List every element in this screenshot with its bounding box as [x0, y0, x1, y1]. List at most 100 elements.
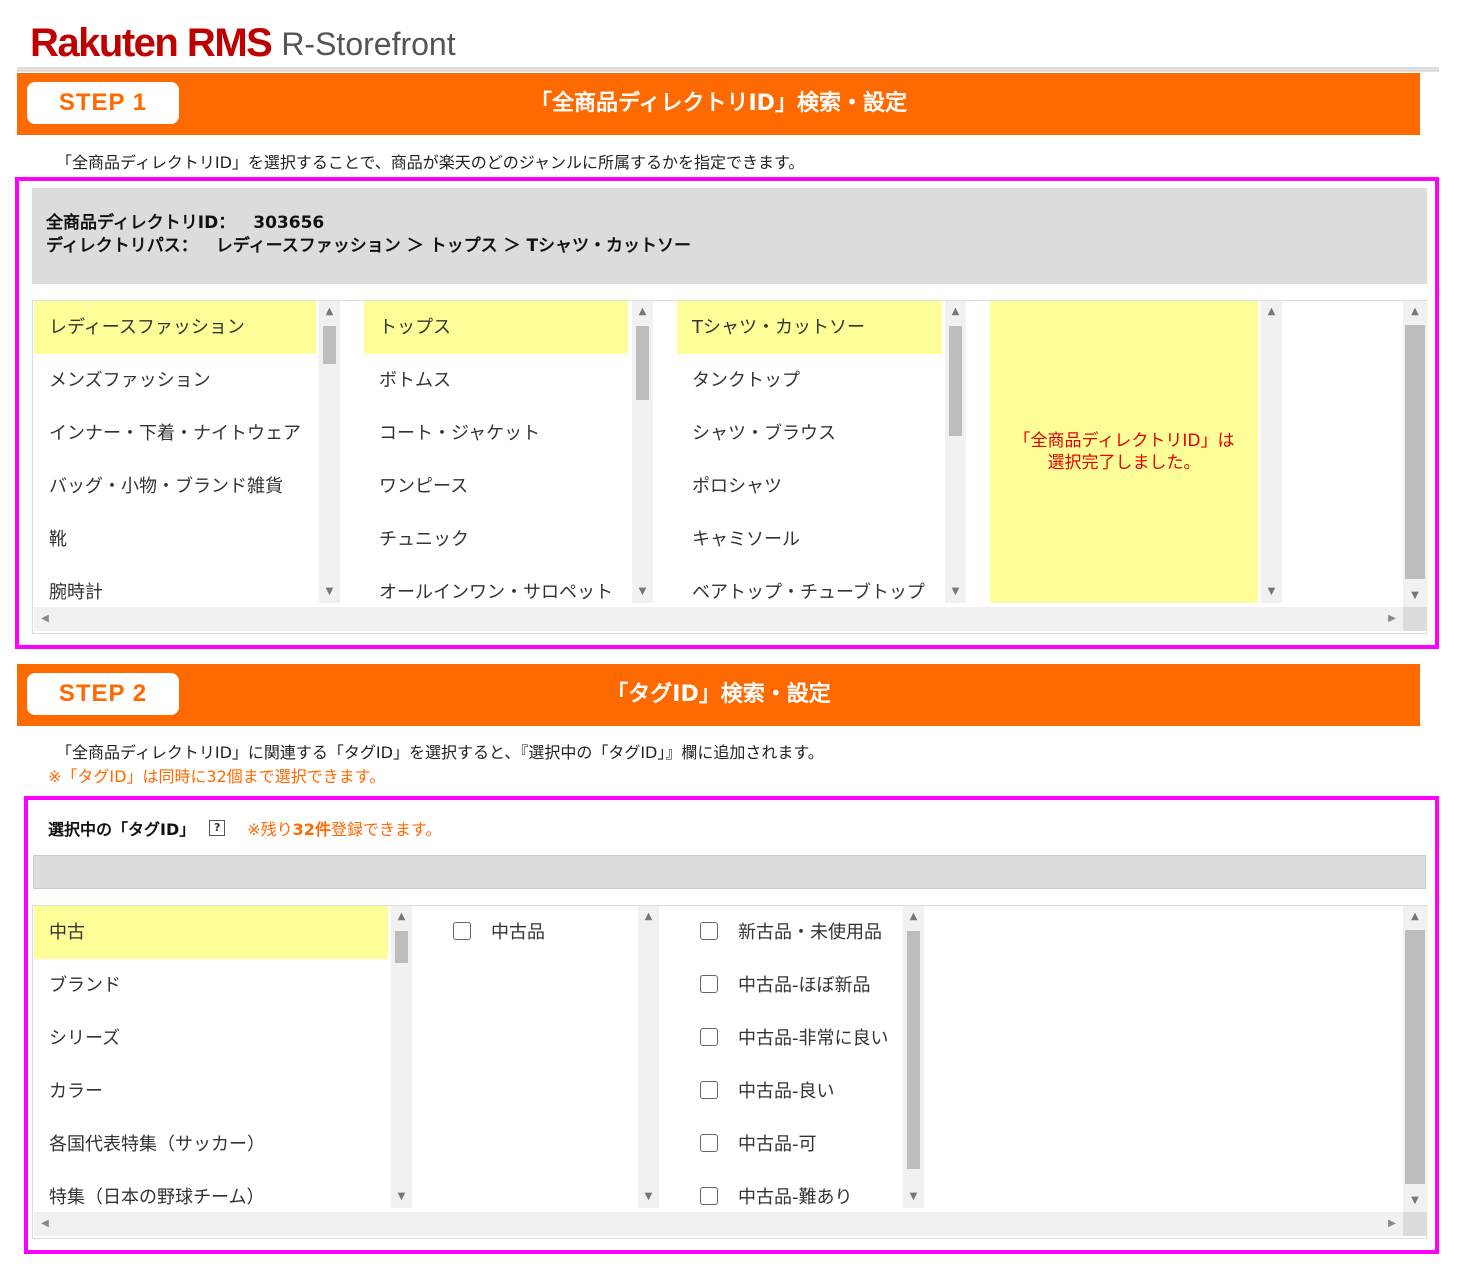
scroll-down-icon[interactable]: ▼ — [319, 583, 340, 601]
checkbox[interactable] — [700, 1187, 718, 1205]
tag-checkbox-item[interactable]: 中古品 — [438, 906, 634, 959]
scroll-left-icon[interactable]: ◀ — [36, 1212, 54, 1236]
tag-group-scrollbar[interactable]: ▲ ▼ — [391, 906, 412, 1208]
scroll-down-icon[interactable]: ▼ — [1261, 583, 1282, 601]
scroll-thumb[interactable] — [636, 326, 649, 400]
scroll-thumb[interactable] — [395, 931, 408, 963]
list-item[interactable]: 腕時計 — [34, 566, 316, 603]
list-item[interactable]: Tシャツ・カットソー — [677, 301, 942, 354]
scroll-down-icon[interactable]: ▼ — [391, 1188, 412, 1206]
step1-description: 「全商品ディレクトリID」を選択することで、商品が楽天のどのジャンルに所属するか… — [56, 153, 805, 172]
list-item[interactable]: コート・ジャケット — [364, 407, 628, 460]
directory-selector-scrollbar[interactable]: ▲ ▼ — [1403, 301, 1427, 607]
scroll-down-icon[interactable]: ▼ — [945, 583, 966, 601]
scroll-up-icon[interactable]: ▲ — [319, 303, 340, 321]
list-item[interactable]: インナー・下着・ナイトウェア — [34, 407, 316, 460]
directory-path-label: ディレクトリパス： — [46, 236, 198, 256]
list-item[interactable]: 特集（日本の野球チーム） — [34, 1171, 388, 1208]
scroll-down-icon[interactable]: ▼ — [1403, 587, 1427, 605]
scroll-up-icon[interactable]: ▲ — [945, 303, 966, 321]
list-item[interactable]: チュニック — [364, 513, 628, 566]
directory-column-3: Tシャツ・カットソー タンクトップ シャツ・ブラウス ポロシャツ キャミソール … — [677, 301, 942, 603]
complete-message-line-2: 選択完了しました。 — [1047, 453, 1201, 473]
tag-selector-hscrollbar[interactable]: ◀ ▶ — [34, 1212, 1403, 1236]
scroll-left-icon[interactable]: ◀ — [36, 607, 54, 631]
directory-id-value: 303656 — [253, 213, 325, 233]
scroll-up-icon[interactable]: ▲ — [903, 908, 924, 926]
scroll-up-icon[interactable]: ▲ — [1261, 303, 1282, 321]
directory-selector-hscrollbar[interactable]: ◀ ▶ — [34, 607, 1403, 631]
scroll-thumb[interactable] — [1405, 930, 1425, 1184]
list-item[interactable]: タンクトップ — [677, 354, 942, 407]
tag-checkbox-item[interactable]: 中古品-可 — [685, 1118, 900, 1171]
scroll-right-icon[interactable]: ▶ — [1383, 1212, 1401, 1236]
list-item[interactable]: 靴 — [34, 513, 316, 566]
list-item[interactable]: シリーズ — [34, 1012, 388, 1065]
scroll-thumb[interactable] — [907, 931, 920, 1169]
checkbox[interactable] — [700, 975, 718, 993]
tag-label: 中古品-難あり — [738, 1187, 853, 1208]
step1-header: STEP 1 「全商品ディレクトリID」検索・設定 — [17, 73, 1420, 135]
list-item[interactable]: カラー — [34, 1065, 388, 1118]
selected-tags-label: 選択中の「タグID」 — [48, 820, 196, 839]
help-icon[interactable]: ? — [209, 820, 226, 836]
scroll-up-icon[interactable]: ▲ — [1403, 303, 1427, 321]
scroll-up-icon[interactable]: ▲ — [1403, 908, 1427, 926]
step2-title: 「タグID」検索・設定 — [606, 682, 831, 707]
scroll-down-icon[interactable]: ▼ — [638, 1188, 659, 1206]
tag-subgroup-scrollbar[interactable]: ▲ ▼ — [638, 906, 659, 1208]
checkbox[interactable] — [700, 1081, 718, 1099]
scroll-up-icon[interactable]: ▲ — [632, 303, 653, 321]
directory-column-2-scrollbar[interactable]: ▲ ▼ — [632, 301, 653, 603]
header-divider — [17, 67, 1439, 72]
tag-selector-scrollbar[interactable]: ▲ ▼ — [1403, 906, 1427, 1212]
list-item[interactable]: シャツ・ブラウス — [677, 407, 942, 460]
tag-value-scrollbar[interactable]: ▲ ▼ — [903, 906, 924, 1208]
list-item[interactable]: レディースファッション — [34, 301, 316, 354]
tag-subgroup-column: 中古品 — [438, 906, 634, 1208]
list-item[interactable]: 中古 — [34, 906, 388, 959]
list-item[interactable]: ベアトップ・チューブトップ — [677, 566, 942, 603]
directory-column-3-scrollbar[interactable]: ▲ ▼ — [945, 301, 966, 603]
list-item[interactable]: ポロシャツ — [677, 460, 942, 513]
list-item[interactable]: バッグ・小物・ブランド雑貨 — [34, 460, 316, 513]
step1-badge: STEP 1 — [27, 82, 179, 124]
directory-column-1-scrollbar[interactable]: ▲ ▼ — [319, 301, 340, 603]
list-item[interactable]: メンズファッション — [34, 354, 316, 407]
directory-selector: レディースファッション メンズファッション インナー・下着・ナイトウェア バッグ… — [32, 300, 1427, 634]
directory-column-1: レディースファッション メンズファッション インナー・下着・ナイトウェア バッグ… — [34, 301, 316, 603]
list-item[interactable]: ワンピース — [364, 460, 628, 513]
directory-id-line: 全商品ディレクトリID： 303656 — [46, 212, 1413, 235]
step2-badge: STEP 2 — [27, 673, 179, 715]
list-item[interactable]: キャミソール — [677, 513, 942, 566]
tag-label: 中古品-非常に良い — [738, 1028, 889, 1049]
checkbox[interactable] — [700, 1134, 718, 1152]
tag-checkbox-item[interactable]: 中古品-ほぼ新品 — [685, 959, 900, 1012]
tag-checkbox-item[interactable]: 中古品-良い — [685, 1065, 900, 1118]
tag-group-column: 中古 ブランド シリーズ カラー 各国代表特集（サッカー） 特集（日本の野球チー… — [34, 906, 388, 1208]
list-item[interactable]: ボトムス — [364, 354, 628, 407]
scroll-thumb[interactable] — [323, 326, 336, 364]
checkbox[interactable] — [453, 922, 471, 940]
tag-checkbox-item[interactable]: 中古品-難あり — [685, 1171, 900, 1208]
list-item[interactable]: オールインワン・サロペット — [364, 566, 628, 603]
tag-value-column: 新古品・未使用品 中古品-ほぼ新品 中古品-非常に良い 中古品-良い 中古品-可… — [685, 906, 900, 1208]
scroll-down-icon[interactable]: ▼ — [903, 1188, 924, 1206]
list-item[interactable]: トップス — [364, 301, 628, 354]
scroll-up-icon[interactable]: ▲ — [391, 908, 412, 926]
tag-checkbox-item[interactable]: 新古品・未使用品 — [685, 906, 900, 959]
directory-column-4-scrollbar[interactable]: ▲ ▼ — [1261, 301, 1282, 603]
list-item[interactable]: 各国代表特集（サッカー） — [34, 1118, 388, 1171]
list-item[interactable]: ブランド — [34, 959, 388, 1012]
tag-checkbox-item[interactable]: 中古品-非常に良い — [685, 1012, 900, 1065]
directory-path-value: レディースファッション ＞ トップス ＞ Tシャツ・カットソー — [215, 236, 692, 256]
scroll-right-icon[interactable]: ▶ — [1383, 607, 1401, 631]
scroll-up-icon[interactable]: ▲ — [638, 908, 659, 926]
checkbox[interactable] — [700, 1028, 718, 1046]
checkbox[interactable] — [700, 922, 718, 940]
scroll-thumb[interactable] — [1405, 325, 1425, 579]
scroll-down-icon[interactable]: ▼ — [632, 583, 653, 601]
scroll-down-icon[interactable]: ▼ — [1403, 1192, 1427, 1210]
remaining-count: 32件 — [292, 820, 331, 839]
scroll-thumb[interactable] — [949, 326, 962, 436]
